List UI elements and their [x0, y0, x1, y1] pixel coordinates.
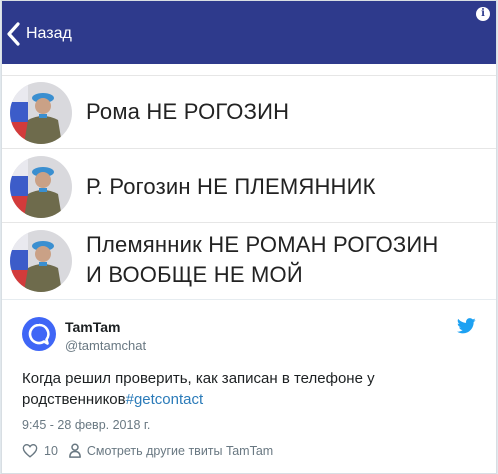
contact-row[interactable]: Племянник НЕ РОМАН РОГОЗИН И ВООБЩЕ НЕ М…	[2, 224, 496, 299]
person-icon	[69, 443, 81, 458]
tweet: TamTam @tamtamchat Когда решил проверить…	[2, 300, 496, 473]
app-header: Назад i	[2, 1, 496, 64]
contact-name: Племянник НЕ РОМАН РОГОЗИН И ВООБЩЕ НЕ М…	[86, 230, 439, 290]
tweet-embed: Назад i Рома НЕ РОГОЗИН Р. Рогозин НЕ ПЛ…	[1, 0, 497, 474]
twitter-bird-icon[interactable]	[457, 318, 476, 334]
contact-name: Р. Рогозин НЕ ПЛЕМЯННИК	[86, 174, 376, 199]
author-name[interactable]: TamTam	[65, 319, 121, 335]
tweet-text: Когда решил проверить, как записан в тел…	[22, 368, 442, 410]
tweet-timestamp[interactable]: 9:45 - 28 февр. 2018 г.	[22, 418, 150, 432]
avatar	[10, 156, 72, 218]
back-label: Назад	[26, 25, 72, 42]
contact-row-partial	[2, 64, 496, 76]
contact-name-line: Племянник НЕ РОМАН РОГОЗИН	[86, 232, 439, 257]
avatar	[10, 230, 72, 292]
contacts-screenshot: Назад i Рома НЕ РОГОЗИН Р. Рогозин НЕ ПЛ…	[2, 1, 496, 299]
hashtag-link[interactable]: #getcontact	[126, 391, 204, 408]
tweet-actions: 10 Смотреть другие твиты TamTam	[22, 443, 273, 458]
more-tweets-link[interactable]: Смотреть другие твиты TamTam	[87, 444, 273, 458]
heart-icon[interactable]	[22, 443, 38, 458]
contact-row[interactable]: Р. Рогозин НЕ ПЛЕМЯННИК	[2, 150, 496, 223]
tamtam-logo-icon	[28, 323, 50, 345]
like-count: 10	[44, 443, 58, 458]
contact-name-line: И ВООБЩЕ НЕ МОЙ	[86, 262, 303, 287]
avatar	[10, 82, 72, 144]
author-handle[interactable]: @tamtamchat	[65, 338, 146, 353]
back-button[interactable]: Назад	[4, 19, 72, 49]
chevron-left-icon	[7, 22, 20, 46]
info-icon[interactable]: i	[476, 7, 490, 21]
author-avatar[interactable]	[22, 317, 56, 351]
contact-row[interactable]: Рома НЕ РОГОЗИН	[2, 77, 496, 149]
contact-name: Рома НЕ РОГОЗИН	[86, 99, 290, 124]
